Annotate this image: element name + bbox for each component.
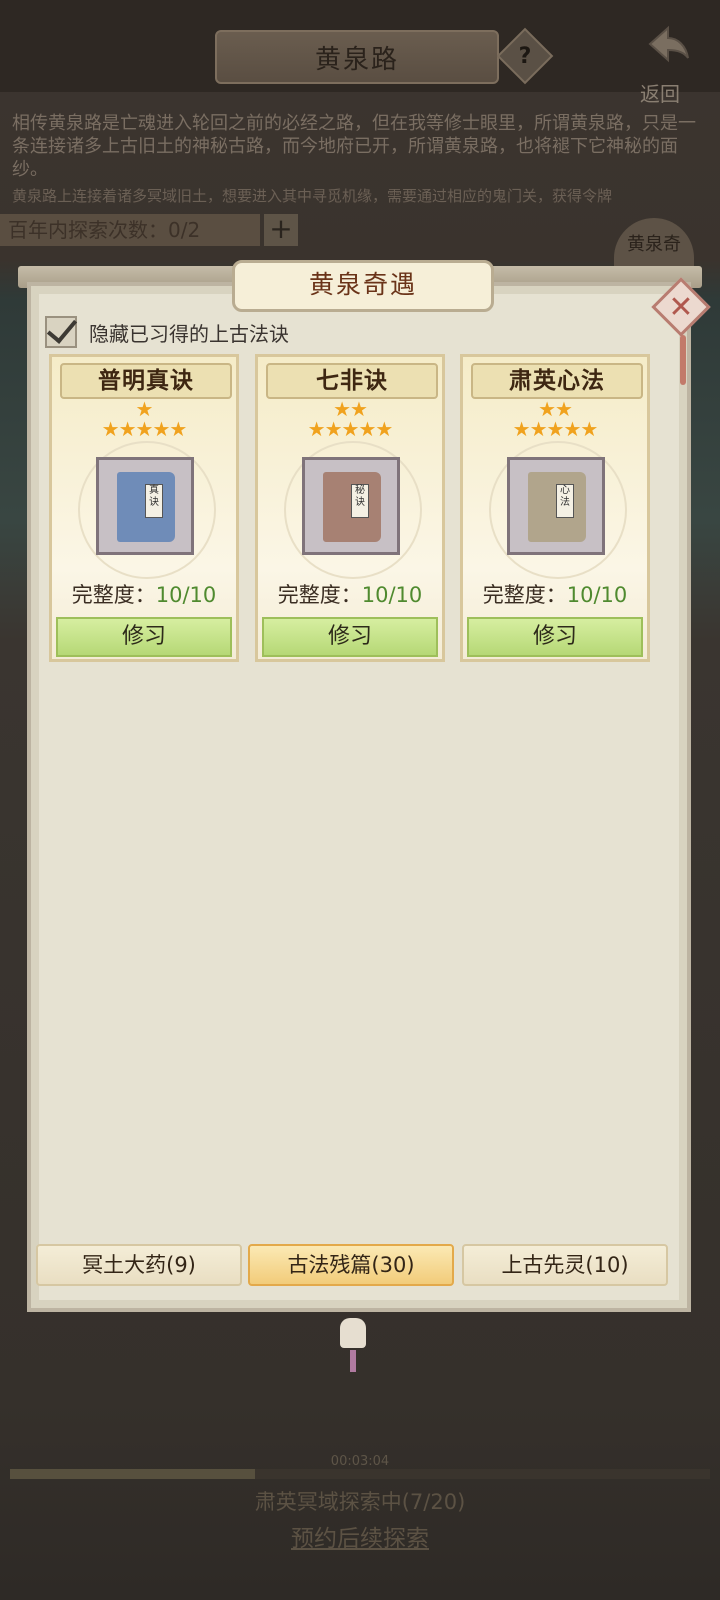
star-rating-top: ★: [135, 397, 154, 421]
book-icon: 真诀: [117, 472, 175, 542]
star-rating-top: ★★: [538, 397, 573, 421]
hide-learned-label: 隐藏已习得的上古法诀: [89, 321, 289, 346]
technique-book-icon-frame[interactable]: 心法: [507, 457, 605, 555]
tab-underworld-medicine[interactable]: 冥土大药(9): [36, 1244, 242, 1286]
back-button[interactable]: 返回: [634, 20, 704, 106]
intro-text: 相传黄泉路是亡魂进入轮回之前的必经之路，但在我等修士眼里，所谓黄泉路，只是一条连…: [12, 112, 707, 208]
intro-note: 黄泉路上连接着诸多冥域旧土，想要进入其中寻觅机缘，需要通过相应的鬼门关，获得令牌: [12, 187, 613, 205]
completeness-label: 完整度：: [71, 583, 156, 607]
completeness: 完整度：10/10: [258, 579, 442, 609]
book-tag: 真诀: [145, 484, 163, 518]
progress-fill: [10, 1469, 255, 1479]
completeness: 完整度：10/10: [52, 579, 236, 609]
page-title: 黄泉路: [215, 30, 499, 84]
book-tag: 心法: [556, 484, 574, 518]
add-explore-button[interactable]: +: [264, 214, 298, 246]
learn-button[interactable]: 修习: [56, 617, 232, 657]
completeness-value: 10/10: [361, 583, 423, 607]
completeness-value: 10/10: [566, 583, 628, 607]
tab-ancient-fragments[interactable]: 古法残篇(30): [248, 1244, 454, 1286]
star-rating: ★★★★★: [101, 417, 188, 441]
panel-title: 黄泉奇遇: [232, 260, 494, 312]
question-icon: ?: [518, 43, 532, 69]
completeness-label: 完整度：: [482, 583, 567, 607]
bell-tassel-ornament: [350, 1350, 356, 1372]
technique-name: 七非诀: [266, 363, 438, 399]
completeness-value: 10/10: [155, 583, 217, 607]
technique-name: 普明真诀: [60, 363, 232, 399]
technique-name: 肃英心法: [471, 363, 643, 399]
technique-book-icon-frame[interactable]: 秘诀: [302, 457, 400, 555]
completeness-label: 完整度：: [277, 583, 362, 607]
back-arrow-icon: [648, 25, 689, 63]
learn-button[interactable]: 修习: [262, 617, 438, 657]
explore-count: 百年内探索次数：0/2: [0, 214, 260, 246]
intro-paragraph: 相传黄泉路是亡魂进入轮回之前的必经之路，但在我等修士眼里，所谓黄泉路，只是一条连…: [12, 113, 696, 180]
book-icon: 秘诀: [323, 472, 381, 542]
close-icon: ✕: [668, 289, 694, 325]
learn-button[interactable]: 修习: [467, 617, 643, 657]
technique-card: 七非诀 ★★ ★★★★★ 秘诀 完整度：10/10 修习: [255, 354, 445, 662]
tab-ancient-spirits[interactable]: 上古先灵(10): [462, 1244, 668, 1286]
reserve-explore-link[interactable]: 预约后续探索: [0, 1519, 720, 1553]
tassel-ornament: [680, 335, 686, 385]
explore-status: 肃英冥域探索中(7/20): [254, 1490, 466, 1514]
progress-bar: [10, 1469, 710, 1479]
progress-timer: 00:03:04: [330, 1454, 390, 1469]
back-label: 返回: [640, 82, 680, 106]
star-rating: ★★★★★: [512, 417, 599, 441]
star-rating: ★★★★★: [307, 417, 394, 441]
technique-card: 普明真诀 ★ ★★★★★ 真诀 完整度：10/10 修习: [49, 354, 239, 662]
completeness: 完整度：10/10: [463, 579, 647, 609]
star-rating-top: ★★: [333, 397, 368, 421]
hide-learned-toggle[interactable]: 隐藏已习得的上古法诀: [45, 316, 289, 348]
book-tag: 秘诀: [351, 484, 369, 518]
technique-card: 肃英心法 ★★ ★★★★★ 心法 完整度：10/10 修习: [460, 354, 650, 662]
technique-book-icon-frame[interactable]: 真诀: [96, 457, 194, 555]
hide-learned-checkbox[interactable]: [45, 316, 77, 348]
book-icon: 心法: [528, 472, 586, 542]
bell-ornament: [340, 1318, 366, 1348]
